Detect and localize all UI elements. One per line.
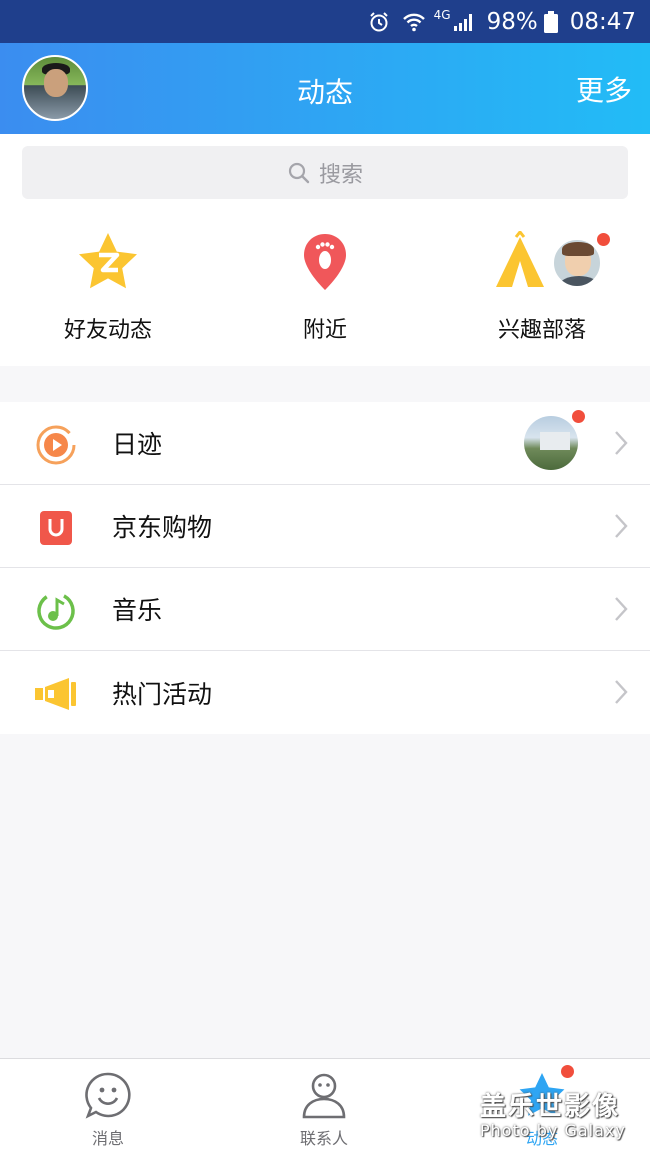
shortcut-nearby[interactable]: 附近 [225, 232, 425, 344]
diary-thumbnail [524, 416, 578, 470]
notification-badge [560, 1064, 575, 1079]
status-bar: 4G 98% 08:47 [0, 0, 650, 43]
chevron-right-icon [614, 596, 628, 626]
shortcut-label: 兴趣部落 [497, 318, 586, 343]
tab-label: 消息 [91, 1129, 124, 1148]
search-section: 搜索 好友动态 附近 兴趣部落 [0, 134, 650, 366]
music-note-icon [34, 589, 78, 633]
shortcut-label: 好友动态 [63, 318, 152, 343]
list-item-music[interactable]: 音乐 [0, 568, 650, 651]
play-circle-icon [34, 423, 78, 467]
shortcut-interest-tribe[interactable]: 兴趣部落 [442, 231, 642, 344]
message-smile-icon [0, 1071, 216, 1119]
list-item-label: 京东购物 [112, 513, 213, 542]
list-item-hot-events[interactable]: 热门活动 [0, 651, 650, 734]
battery-level: 98% [486, 8, 538, 35]
more-button[interactable]: 更多 [576, 69, 632, 109]
wifi-icon [402, 12, 426, 32]
page-title: 动态 [296, 76, 353, 109]
chevron-right-icon [614, 679, 628, 709]
notification-badge [596, 232, 611, 247]
watermark: 盖乐世影像 Photo by Galaxy [480, 1086, 626, 1140]
tab-label: 联系人 [299, 1129, 348, 1148]
tab-messages[interactable]: 消息 [0, 1059, 216, 1156]
signal-icon [453, 12, 475, 32]
contacts-person-icon [216, 1071, 432, 1119]
avatar-hair [562, 242, 594, 256]
shortcut-label: 附近 [302, 318, 347, 343]
list-item-label: 日迹 [112, 430, 163, 459]
search-placeholder: 搜索 [318, 162, 363, 188]
tribe-tent-icon [442, 231, 642, 292]
clock: 08:47 [569, 8, 636, 35]
tab-contacts[interactable]: 联系人 [216, 1059, 432, 1156]
shortcut-friend-feed[interactable]: 好友动态 [8, 232, 208, 344]
search-icon [288, 162, 310, 183]
list-item-jd-shopping[interactable]: 京东购物 [0, 485, 650, 568]
shopping-bag-icon [34, 506, 78, 550]
search-input[interactable]: 搜索 [22, 146, 628, 199]
friend-feed-star-icon [8, 232, 208, 292]
thumbnail-building [540, 432, 570, 450]
chevron-right-icon [614, 430, 628, 460]
nearby-location-icon [225, 232, 425, 292]
network-type: 4G [433, 7, 451, 22]
watermark-line1: 盖乐世影像 [480, 1092, 621, 1122]
tribe-member-avatar [552, 238, 602, 288]
chevron-right-icon [614, 513, 628, 543]
battery-icon [543, 10, 558, 33]
list-item-diary[interactable]: 日迹 [0, 402, 650, 485]
list-item-label: 热门活动 [112, 679, 213, 709]
megaphone-icon [34, 672, 78, 716]
feature-list: 日迹 京东购物 音乐 热门活动 [0, 402, 650, 734]
notification-badge [571, 409, 586, 424]
list-item-label: 音乐 [112, 596, 163, 625]
alarm-icon [368, 11, 390, 33]
watermark-line2: Photo by Galaxy [480, 1121, 626, 1140]
header: 动态 更多 [0, 43, 650, 134]
